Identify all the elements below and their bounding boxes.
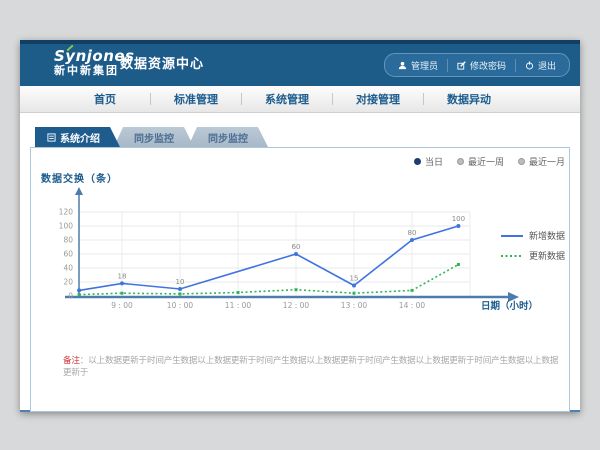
app-header: Synjones 新中新集团 数据资源中心 管理员 修改密码	[20, 40, 580, 86]
svg-text:10: 10	[176, 278, 185, 286]
svg-text:80: 80	[63, 236, 73, 245]
svg-text:60: 60	[63, 250, 73, 259]
nav-item-standard-mgmt[interactable]: 标准管理	[151, 91, 241, 107]
time-range-filter: 当日 最近一周 最近一月	[414, 155, 565, 168]
user-icon	[398, 61, 407, 70]
svg-text:9 : 00: 9 : 00	[111, 301, 133, 310]
radio-today[interactable]: 当日	[414, 155, 443, 168]
tab-sync-monitor-1[interactable]: 同步监控	[114, 127, 194, 147]
svg-text:120: 120	[59, 208, 74, 217]
svg-text:0: 0	[68, 292, 73, 301]
nav-item-interface-mgmt[interactable]: 对接管理	[333, 91, 423, 107]
tab-sync-monitor-2-label: 同步监控	[208, 130, 248, 145]
svg-text:20: 20	[63, 278, 73, 287]
nav-item-data-change[interactable]: 数据异动	[424, 91, 514, 107]
radio-last-week-label: 最近一周	[468, 155, 504, 168]
chart-y-axis-title: 数据交换（条）	[41, 170, 118, 185]
main-nav: 首页 标准管理 系统管理 对接管理 数据异动	[20, 86, 580, 113]
svg-text:更新数据: 更新数据	[529, 250, 565, 262]
svg-text:15: 15	[350, 275, 359, 283]
radio-last-month-label: 最近一月	[529, 155, 565, 168]
svg-text:新增数据: 新增数据	[529, 230, 565, 242]
svg-text:100: 100	[452, 215, 465, 223]
app-window: Synjones 新中新集团 数据资源中心 管理员 修改密码	[20, 40, 580, 412]
svg-text:11 : 00: 11 : 00	[225, 301, 252, 310]
change-password-button[interactable]: 修改密码	[447, 59, 515, 72]
user-menu: 管理员 修改密码 退出	[384, 53, 570, 77]
svg-text:100: 100	[59, 222, 74, 231]
svg-text:10 : 00: 10 : 00	[167, 301, 194, 310]
svg-text:80: 80	[408, 229, 417, 237]
radio-today-label: 当日	[425, 155, 443, 168]
radio-unselected-dot[interactable]	[457, 158, 464, 165]
svg-text:60: 60	[292, 243, 301, 251]
tab-system-intro-label: 系统介绍	[60, 130, 100, 145]
user-menu-admin[interactable]: 管理员	[389, 59, 447, 72]
nav-item-home[interactable]: 首页	[60, 91, 150, 107]
footnote: 备注：以上数据更新于时间产生数据以上数据更新于时间产生数据以上数据更新于时间产生…	[63, 354, 559, 378]
svg-text:13 : 00: 13 : 00	[341, 301, 368, 310]
document-icon	[47, 133, 56, 142]
power-icon	[525, 61, 534, 70]
svg-text:12 : 00: 12 : 00	[283, 301, 310, 310]
tab-sync-monitor-2[interactable]: 同步监控	[188, 127, 268, 147]
user-menu-admin-label: 管理员	[411, 59, 438, 72]
tab-bar: 系统介绍 同步监控 同步监控	[35, 127, 268, 147]
svg-text:18: 18	[118, 272, 127, 280]
content-panel: 当日 最近一周 最近一月 数据交换（条） 0 20 40 60 80 100 120 9 : …	[30, 147, 570, 412]
edit-icon	[457, 61, 466, 70]
footnote-text: ：以上数据更新于时间产生数据以上数据更新于时间产生数据以上数据更新于时间产生数据…	[63, 356, 558, 378]
line-chart: 0 20 40 60 80 100 120 9 : 00 10 : 00 11 : 00 12 : …	[49, 186, 569, 326]
radio-last-week[interactable]: 最近一周	[457, 155, 504, 168]
footnote-label: 备注	[63, 356, 80, 366]
svg-text:14 : 00: 14 : 00	[399, 301, 426, 310]
logout-button[interactable]: 退出	[515, 59, 565, 72]
svg-text:日期（小时）: 日期（小时）	[481, 300, 538, 312]
radio-selected-dot[interactable]	[414, 158, 421, 165]
logout-label: 退出	[538, 59, 556, 72]
page-title: 数据资源中心	[120, 44, 204, 86]
change-password-label: 修改密码	[470, 59, 506, 72]
nav-item-system-mgmt[interactable]: 系统管理	[242, 91, 332, 107]
radio-last-month[interactable]: 最近一月	[518, 155, 565, 168]
tab-sync-monitor-1-label: 同步监控	[134, 130, 174, 145]
tab-system-intro[interactable]: 系统介绍	[35, 127, 120, 147]
radio-unselected-dot[interactable]	[518, 158, 525, 165]
svg-text:40: 40	[63, 264, 73, 273]
